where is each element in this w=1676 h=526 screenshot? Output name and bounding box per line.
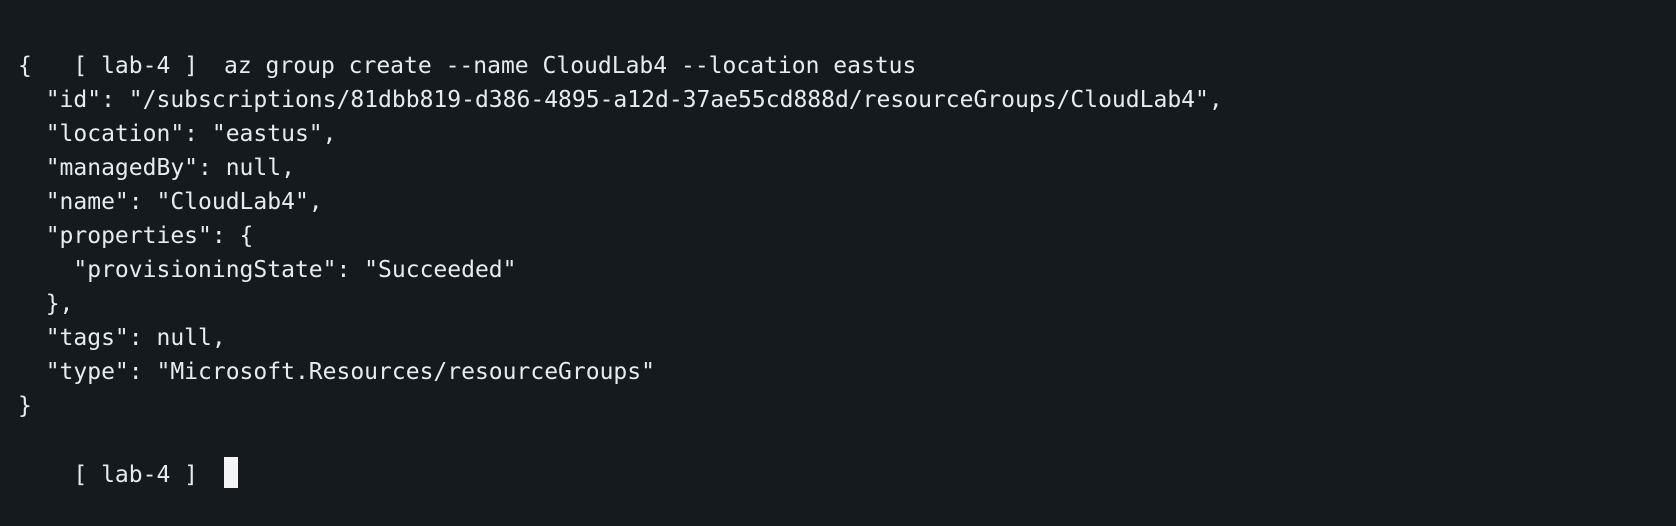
output-line-2: "id": "/subscriptions/81dbb819-d386-4895… [18,87,1223,113]
text-cursor [224,457,239,488]
output-line-9: "tags": null, [18,325,226,351]
next-prompt: [ lab-4 ] [73,462,199,488]
output-line-11: } [18,393,32,419]
terminal-window[interactable]: [ lab-4 ] az group create --name CloudLab… [0,0,1676,522]
output-line-4: "managedBy": null, [18,155,295,181]
output-line-10: "type": "Microsoft.Resources/resourceGro… [18,359,655,385]
prompt: [ lab-4 ] [73,53,199,79]
output-line-6: "properties": { [18,223,254,249]
input-line[interactable]: [ lab-4 ] [18,423,1676,488]
output-line-7: "provisioningState": "Succeeded" [18,257,517,283]
output-line-5: "name": "CloudLab4", [18,189,323,215]
command-text: az group create --name CloudLab4 --locat… [224,53,917,79]
command-line: [ lab-4 ] az group create --name CloudLab… [18,15,1676,79]
output-line-8: }, [18,291,74,317]
output-line-3: "location": "eastus", [18,121,337,147]
